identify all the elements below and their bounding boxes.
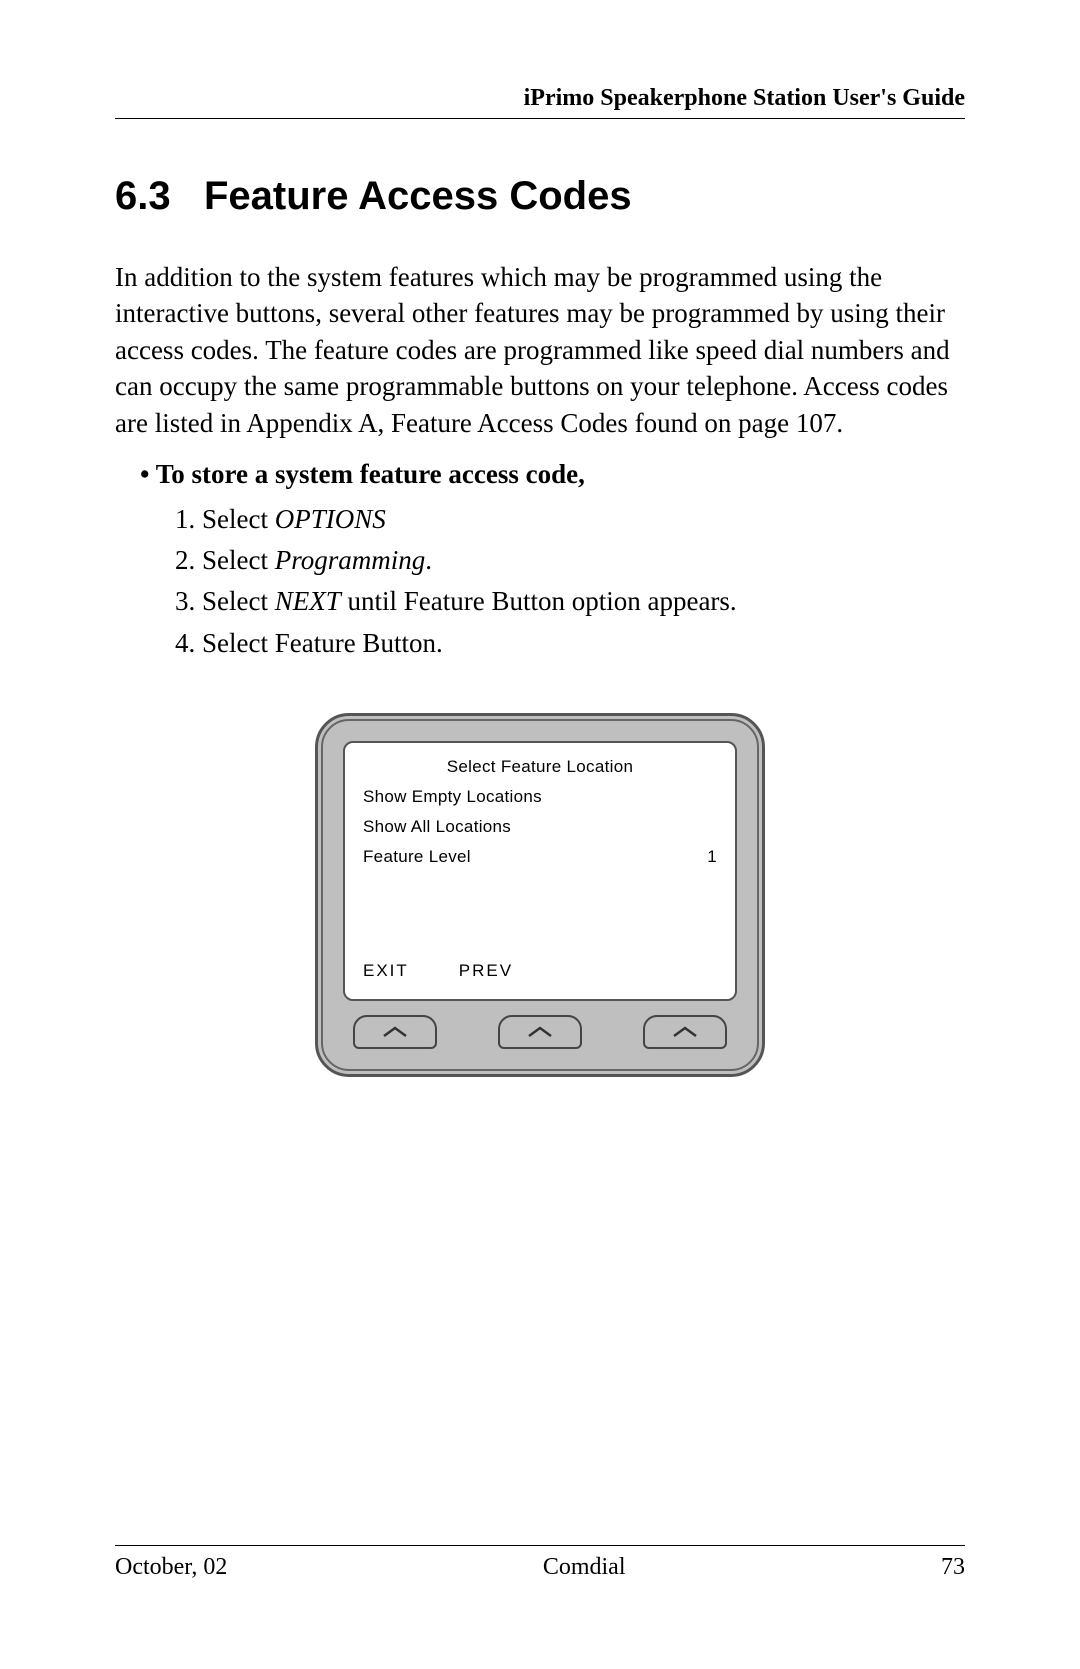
chevron-up-icon bbox=[381, 1025, 409, 1039]
softkey-prev: PREV bbox=[459, 961, 513, 981]
lcd-feature-value: 1 bbox=[707, 847, 717, 867]
steps-list: 1. Select OPTIONS 2. Select Programming.… bbox=[175, 500, 965, 663]
step-text: Select bbox=[202, 545, 275, 575]
chevron-up-icon bbox=[671, 1025, 699, 1039]
intro-paragraph: In addition to the system features which… bbox=[115, 259, 965, 441]
lcd-screen: Select Feature Location Show Empty Locat… bbox=[343, 741, 737, 1001]
step-number: 1. bbox=[175, 504, 195, 534]
device-illustration: Select Feature Location Show Empty Locat… bbox=[115, 713, 965, 1077]
lcd-feature-row: Feature Level 1 bbox=[363, 847, 717, 867]
device-frame-outer: Select Feature Location Show Empty Locat… bbox=[315, 713, 765, 1077]
running-header: iPrimo Speakerphone Station User's Guide bbox=[115, 85, 965, 119]
lcd-line: Show All Locations bbox=[363, 817, 717, 837]
step-text: Select bbox=[202, 504, 275, 534]
step-text: Select Feature Button. bbox=[202, 628, 443, 658]
softkey-exit: EXIT bbox=[363, 961, 409, 981]
section-number: 6.3 bbox=[115, 174, 171, 218]
footer-date: October, 02 bbox=[115, 1554, 227, 1581]
hard-button-right[interactable] bbox=[643, 1015, 727, 1049]
lcd-line: Show Empty Locations bbox=[363, 787, 717, 807]
footer-page-number: 73 bbox=[941, 1554, 965, 1581]
hard-button-row bbox=[343, 1001, 737, 1055]
step-text-italic: NEXT bbox=[275, 586, 341, 616]
section-title: Feature Access Codes bbox=[204, 174, 632, 218]
chevron-up-icon bbox=[526, 1025, 554, 1039]
section-heading: 6.3 Feature Access Codes bbox=[115, 174, 965, 219]
page: iPrimo Speakerphone Station User's Guide… bbox=[0, 0, 1080, 1669]
step-item: 1. Select OPTIONS bbox=[175, 500, 965, 539]
lcd-title: Select Feature Location bbox=[363, 757, 717, 777]
procedure-bullet: To store a system feature access code, bbox=[140, 459, 965, 490]
device-frame-inner: Select Feature Location Show Empty Locat… bbox=[321, 719, 759, 1071]
hard-button-left[interactable] bbox=[353, 1015, 437, 1049]
page-footer: October, 02 Comdial 73 bbox=[115, 1545, 965, 1581]
lcd-feature-label: Feature Level bbox=[363, 847, 471, 867]
lcd-softkey-row: EXIT PREV bbox=[363, 961, 717, 981]
step-number: 3. bbox=[175, 586, 195, 616]
hard-button-middle[interactable] bbox=[498, 1015, 582, 1049]
step-text: until Feature Button option appears. bbox=[341, 586, 737, 616]
step-text-italic: OPTIONS bbox=[275, 504, 386, 534]
step-text: Select bbox=[202, 586, 275, 616]
step-text-italic: Programming bbox=[275, 545, 426, 575]
footer-brand: Comdial bbox=[543, 1554, 626, 1581]
step-text: . bbox=[425, 545, 432, 575]
step-item: 3. Select NEXT until Feature Button opti… bbox=[175, 582, 965, 621]
step-number: 2. bbox=[175, 545, 195, 575]
step-item: 2. Select Programming. bbox=[175, 541, 965, 580]
step-number: 4. bbox=[175, 628, 195, 658]
step-item: 4. Select Feature Button. bbox=[175, 624, 965, 663]
